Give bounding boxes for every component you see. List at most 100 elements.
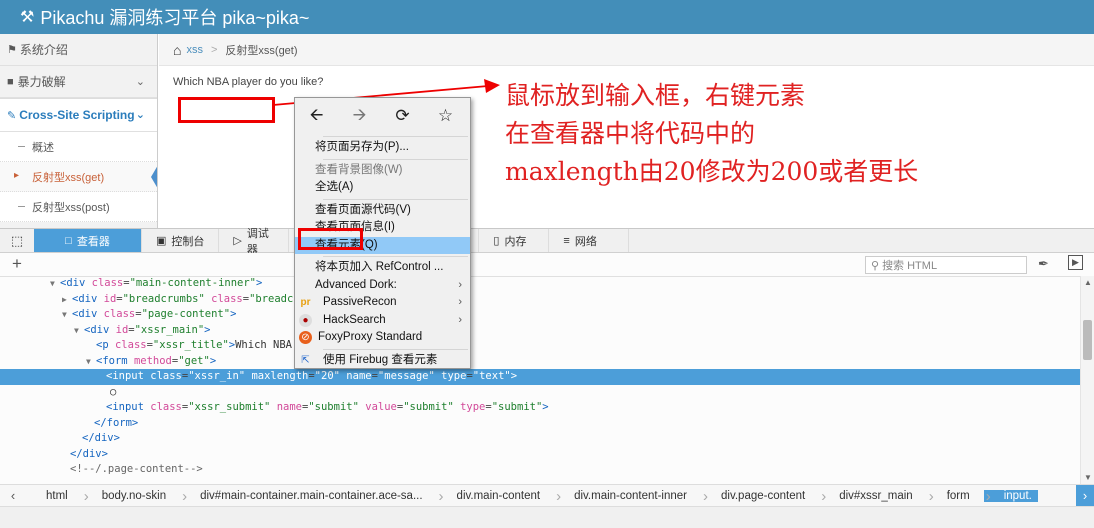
markup-line[interactable]: </div>: [0, 447, 1080, 463]
menu-item-firebug-inspect[interactable]: ⇱ 使用 Firebug 查看元素: [295, 352, 470, 370]
menu-item-passiverecon[interactable]: pr PassiveRecon ›: [295, 294, 470, 312]
sidebar-item-intro[interactable]: ⚑ 系统介绍: [0, 34, 157, 66]
sidebar: ⚑ 系统介绍 ■ 暴力破解 ⌄ ✎ Cross-Site Scripting ⌄…: [0, 34, 158, 228]
sidebar-subitem-reflected-post[interactable]: 反射型xss(post): [0, 192, 157, 222]
home-icon[interactable]: ⌂: [173, 42, 181, 58]
scroll-down-icon[interactable]: ▼: [1084, 473, 1092, 482]
chevron-left-icon[interactable]: ‹: [0, 488, 26, 503]
breadcrumb-separator: >: [210, 43, 218, 56]
node-crumb-current[interactable]: input.: [983, 488, 1038, 505]
tag-icon: ⚑: [7, 44, 17, 56]
menu-item-advanced-dork[interactable]: Advanced Dork: ›: [295, 277, 470, 295]
node-crumb[interactable]: div#xssr_main: [819, 488, 927, 505]
attr-value: "submit": [403, 401, 454, 413]
menu-item-label: PassiveRecon: [323, 296, 397, 308]
markup-line[interactable]: ○: [0, 385, 1080, 401]
add-node-icon[interactable]: +: [12, 254, 22, 274]
sidebar-subitem-label: 反射型xss(get): [32, 171, 105, 184]
attr-name: id: [115, 323, 129, 336]
markup-line[interactable]: ▼ <div class="main-content-inner">: [0, 276, 1080, 292]
scroll-up-icon[interactable]: ▲: [1084, 278, 1092, 287]
node-crumb[interactable]: div#main-container.main-container.ace-sa…: [180, 488, 436, 505]
foxyproxy-icon: ⊘: [299, 331, 312, 344]
node-crumb[interactable]: body.no-skin: [82, 488, 180, 505]
markup-line[interactable]: <input class="xssr_submit" name="submit"…: [0, 400, 1080, 416]
expanded-twisty-icon[interactable]: ▼: [50, 276, 60, 292]
tab-network[interactable]: ≡ 网络: [549, 229, 630, 252]
menu-item-foxyproxy[interactable]: ⊘ FoxyProxy Standard: [295, 329, 470, 347]
markup-line-selected[interactable]: <input class="xssr_in" maxlength="20" na…: [0, 369, 1080, 385]
markup-scrollbar[interactable]: ▲ ▼: [1080, 276, 1094, 484]
markup-line[interactable]: </form>: [0, 416, 1080, 432]
markup-line[interactable]: ▼ <form method="get">: [0, 354, 1080, 370]
forward-arrow-icon[interactable]: 🡪: [338, 102, 381, 131]
chevron-down-icon: ⌄: [135, 76, 145, 88]
eyedropper-icon[interactable]: ✒: [1038, 256, 1049, 272]
menu-item-hacksearch[interactable]: ● HackSearch ›: [295, 312, 470, 330]
attr-value: "main-content-inner": [129, 277, 256, 289]
attr-name: class: [150, 401, 182, 413]
expanded-twisty-icon[interactable]: ▼: [74, 323, 84, 339]
back-arrow-icon[interactable]: 🡨: [295, 102, 338, 131]
sidebar-item-xss[interactable]: ✎ Cross-Site Scripting ⌄: [0, 98, 157, 132]
maxlength-value[interactable]: "20": [315, 370, 340, 382]
scrollbar-thumb[interactable]: [1083, 320, 1092, 360]
node-crumb[interactable]: div.main-content: [437, 488, 555, 505]
sidebar-item-bruteforce[interactable]: ■ 暴力破解 ⌄: [0, 66, 157, 98]
search-html-input[interactable]: ⚲ 搜索 HTML: [865, 256, 1027, 274]
menu-item-inspect-element[interactable]: 查看元素(Q): [295, 236, 470, 254]
element-picker-icon[interactable]: ⬚: [0, 229, 34, 252]
node-crumb[interactable]: form: [927, 488, 984, 505]
sidebar-subitem-overview[interactable]: 概述: [0, 132, 157, 162]
expanded-twisty-icon[interactable]: ▼: [86, 354, 96, 370]
markup-line[interactable]: ▼ <div id="xssr_main">: [0, 323, 1080, 339]
sidebar-subitem-reflected-get[interactable]: 反射型xss(get): [0, 162, 157, 192]
tab-memory[interactable]: ▯ 内存: [479, 229, 550, 252]
chevron-down-icon: ⌄: [135, 109, 145, 121]
attr-value: "xssr_submit": [188, 401, 271, 413]
tab-inspector[interactable]: □ 查看器: [34, 229, 142, 252]
menu-separator: [323, 198, 468, 200]
markup-line[interactable]: <!--/.page-content-->: [0, 462, 1080, 478]
inspector-icon: □: [65, 234, 72, 247]
attr-value: "message": [377, 370, 435, 382]
reload-icon[interactable]: ⟳: [381, 106, 424, 126]
question-label: Which NBA player do you like?: [173, 76, 324, 88]
attr-value: "text": [472, 370, 511, 382]
menu-item-save-page[interactable]: 将页面另存为(P)...: [295, 139, 470, 157]
collapsed-twisty-icon[interactable]: ▶: [62, 292, 72, 308]
menu-item-select-all[interactable]: 全选(A): [295, 179, 470, 197]
sidebar-subitem-label: 概述: [32, 141, 54, 154]
bookmark-star-icon[interactable]: ☆: [424, 106, 467, 126]
node-crumb[interactable]: div.main-content-inner: [554, 488, 701, 505]
sidebar-toggle-icon[interactable]: ▶: [1068, 255, 1083, 270]
attr-name: class: [103, 308, 136, 320]
memory-icon: ▯: [493, 235, 500, 247]
markup-line[interactable]: </div>: [0, 431, 1080, 447]
chevron-right-icon[interactable]: ›: [1076, 485, 1094, 506]
markup-line[interactable]: ▼ <div class="page-content">: [0, 307, 1080, 323]
tab-label: 调试器: [246, 227, 269, 256]
sidebar-subitem-label: 反射型xss(post): [32, 201, 110, 214]
annotation-note: 鼠标放到输入框，右键元素 在查看器中将代码中的 maxlength由20修改为2…: [505, 81, 919, 186]
markup-line[interactable]: ▶ <div id="breadcrumbs" class="breadcrum: [0, 292, 1080, 308]
menu-item-view-bg-image[interactable]: 查看背景图像(W): [295, 162, 470, 180]
markup-line[interactable]: <p class="xssr_title">Which NBA pl: [0, 338, 1080, 354]
expanded-twisty-icon[interactable]: ▼: [62, 307, 72, 323]
attr-name: maxlength: [251, 370, 309, 382]
message-input[interactable]: [178, 97, 275, 123]
menu-item-label: HackSearch: [323, 313, 386, 326]
menu-separator: [323, 136, 468, 137]
submenu-arrow-icon: ›: [458, 278, 462, 291]
markup-view: ▼ <div class="main-content-inner"> ▶ <div …: [0, 276, 1080, 484]
menu-item-refcontrol[interactable]: 将本页加入 RefControl ...: [295, 259, 470, 277]
tab-console[interactable]: ▣ 控制台: [142, 229, 220, 252]
node-crumb[interactable]: div.page-content: [701, 488, 819, 505]
tab-debugger[interactable]: ▷ 调试器: [219, 228, 290, 256]
attr-name: type: [460, 401, 486, 413]
menu-item-view-source[interactable]: 查看页面源代码(V): [295, 202, 470, 220]
breadcrumb-link-xss[interactable]: xss: [186, 44, 203, 56]
menu-item-page-info[interactable]: 查看页面信息(I): [295, 219, 470, 237]
node-crumb[interactable]: html: [26, 490, 82, 502]
menu-item-label: FoxyProxy Standard: [318, 331, 423, 343]
